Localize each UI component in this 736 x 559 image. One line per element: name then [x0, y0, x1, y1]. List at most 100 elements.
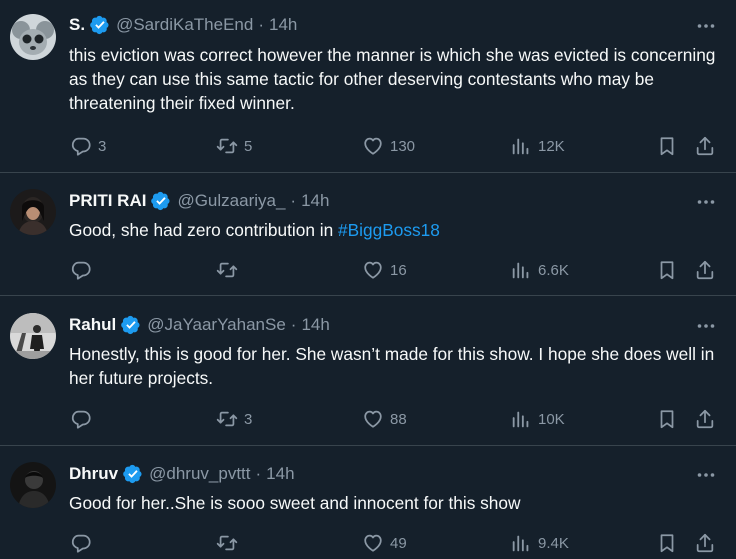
avatar[interactable]: [10, 189, 56, 235]
like-button[interactable]: 49: [362, 531, 407, 555]
action-bar: 3 88 10K: [0, 407, 736, 431]
share-icon: [694, 259, 716, 281]
views-button[interactable]: 10K: [510, 407, 565, 431]
author-name[interactable]: Dhruv: [69, 464, 118, 484]
tweet-text-body: Good, she had zero contribution in: [69, 220, 338, 240]
bookmark-button[interactable]: [656, 134, 678, 158]
heart-icon: [362, 532, 384, 554]
verified-badge-icon: [121, 315, 141, 335]
views-button[interactable]: 9.4K: [510, 531, 569, 555]
views-button[interactable]: 12K: [510, 134, 565, 158]
tweet[interactable]: S. @SardiKaTheEnd · 14h this eviction wa…: [0, 0, 736, 173]
reply-button[interactable]: [70, 258, 98, 282]
share-icon: [694, 135, 716, 157]
tweet-text: Good for her..She is sooo sweet and inno…: [69, 493, 521, 513]
views-icon: [510, 532, 532, 554]
heart-icon: [362, 259, 384, 281]
retweet-button[interactable]: [216, 531, 244, 555]
separator-dot: ·: [290, 315, 297, 334]
author-handle[interactable]: @SardiKaTheEnd: [116, 15, 253, 35]
timestamp[interactable]: 14h: [301, 191, 329, 211]
like-button[interactable]: 16: [362, 258, 407, 282]
like-count: 16: [390, 261, 407, 279]
like-count: 49: [390, 534, 407, 552]
retweet-button[interactable]: 3: [216, 407, 252, 431]
author-handle[interactable]: @Gulzaariya_: [177, 191, 285, 211]
retweet-icon: [216, 259, 238, 281]
bookmark-button[interactable]: [656, 407, 678, 431]
author-name[interactable]: PRITI RAI: [69, 191, 146, 211]
tweet[interactable]: PRITI RAI @Gulzaariya_ · 14h Good, she h…: [0, 173, 736, 296]
reply-count: 3: [98, 137, 107, 155]
verified-badge-icon: [90, 15, 110, 35]
like-count: 88: [390, 410, 407, 428]
heart-icon: [362, 135, 384, 157]
like-count: 130: [390, 137, 416, 155]
author-handle[interactable]: @dhruv_pvttt: [149, 464, 250, 484]
more-options-icon[interactable]: [696, 192, 716, 212]
share-button[interactable]: [694, 258, 716, 282]
bookmark-icon: [656, 135, 678, 157]
share-icon: [694, 408, 716, 430]
avatar[interactable]: [10, 313, 56, 359]
views-icon: [510, 408, 532, 430]
views-icon: [510, 135, 532, 157]
views-icon: [510, 259, 532, 281]
share-icon: [694, 532, 716, 554]
more-options-icon[interactable]: [696, 465, 716, 485]
reply-icon: [70, 135, 92, 157]
share-button[interactable]: [694, 531, 716, 555]
separator-dot: ·: [255, 464, 262, 483]
verified-badge-icon: [123, 464, 143, 484]
separator-dot: ·: [290, 191, 297, 210]
retweet-count: 3: [244, 410, 253, 428]
tweet-text: Honestly, this is good for her. She wasn…: [69, 344, 715, 388]
share-button[interactable]: [694, 407, 716, 431]
tweet-header: Rahul @JaYaarYahanSe · 14h: [69, 314, 330, 336]
view-count: 9.4K: [538, 534, 569, 552]
reply-icon: [70, 259, 92, 281]
view-count: 12K: [538, 137, 565, 155]
tweet-header: S. @SardiKaTheEnd · 14h: [69, 14, 297, 36]
timestamp[interactable]: 14h: [301, 315, 329, 335]
action-bar: 49 9.4K: [0, 531, 736, 555]
tweet-text: this eviction was correct however the ma…: [69, 45, 716, 113]
action-bar: 16 6.6K: [0, 258, 736, 282]
separator-dot: ·: [258, 15, 265, 34]
tweet-header: PRITI RAI @Gulzaariya_ · 14h: [69, 190, 329, 212]
heart-icon: [362, 408, 384, 430]
view-count: 6.6K: [538, 261, 569, 279]
timestamp[interactable]: 14h: [269, 15, 297, 35]
like-button[interactable]: 130: [362, 134, 415, 158]
tweet[interactable]: Rahul @JaYaarYahanSe · 14h Honestly, thi…: [0, 296, 736, 446]
hashtag-link[interactable]: #BiggBoss18: [338, 220, 440, 240]
tweet-text: Good, she had zero contribution in #Bigg…: [69, 218, 719, 242]
reply-button[interactable]: 3: [70, 134, 106, 158]
retweet-count: 5: [244, 137, 253, 155]
more-options-icon[interactable]: [696, 316, 716, 336]
views-button[interactable]: 6.6K: [510, 258, 569, 282]
more-options-icon[interactable]: [696, 16, 716, 36]
view-count: 10K: [538, 410, 565, 428]
avatar[interactable]: [10, 462, 56, 508]
bookmark-button[interactable]: [656, 258, 678, 282]
timestamp[interactable]: 14h: [266, 464, 294, 484]
author-name[interactable]: S.: [69, 15, 85, 35]
verified-badge-icon: [151, 191, 171, 211]
tweet[interactable]: Dhruv @dhruv_pvttt · 14h Good for her..S…: [0, 446, 736, 559]
share-button[interactable]: [694, 134, 716, 158]
reply-button[interactable]: [70, 407, 98, 431]
bookmark-button[interactable]: [656, 531, 678, 555]
author-handle[interactable]: @JaYaarYahanSe: [147, 315, 286, 335]
author-name[interactable]: Rahul: [69, 315, 116, 335]
like-button[interactable]: 88: [362, 407, 407, 431]
reply-icon: [70, 532, 92, 554]
action-bar: 3 5 130 12K: [0, 134, 736, 158]
bookmark-icon: [656, 408, 678, 430]
reply-button[interactable]: [70, 531, 98, 555]
retweet-button[interactable]: [216, 258, 244, 282]
bookmark-icon: [656, 259, 678, 281]
retweet-icon: [216, 532, 238, 554]
avatar[interactable]: [10, 14, 56, 60]
retweet-button[interactable]: 5: [216, 134, 252, 158]
